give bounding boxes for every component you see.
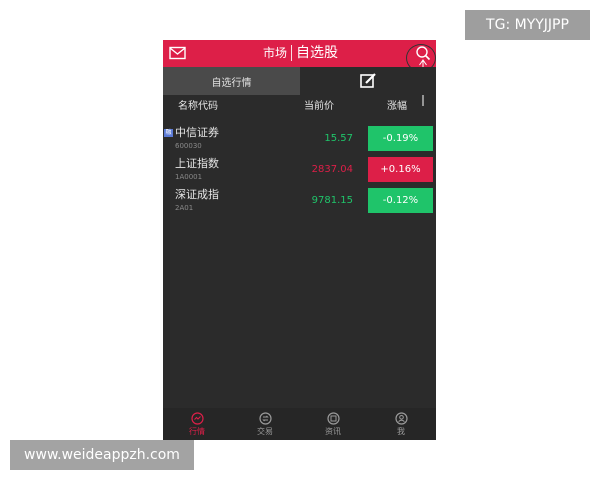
stock-name: 上证指数 — [175, 157, 219, 170]
stock-code: 2A01 — [175, 204, 194, 212]
chart-icon — [191, 412, 204, 425]
stock-name: 深证成指 — [175, 188, 219, 201]
header-divider — [291, 45, 292, 61]
nav-label: 资讯 — [325, 427, 341, 436]
nav-label: 交易 — [257, 427, 273, 436]
column-header-name[interactable]: 名称代码 — [178, 100, 218, 114]
stock-row[interactable]: 融中信证券 600030 15.57 -0.19% — [163, 126, 436, 156]
phone-screen: 市场 自选股 自选行情 名称代码 当前价 涨幅 融中信证券 600030 15.57… — [163, 40, 436, 440]
watchlist-tabbar: 自选行情 — [163, 67, 436, 95]
edit-icon — [360, 73, 376, 88]
nav-item-quotes[interactable]: 行情 — [163, 408, 231, 440]
stock-code: 1A0001 — [175, 173, 203, 181]
market-tab[interactable]: 市场 — [263, 44, 287, 62]
stock-price: 9781.15 — [311, 195, 353, 206]
mail-icon[interactable] — [169, 46, 186, 60]
nav-item-trade[interactable]: 交易 — [231, 408, 299, 440]
nav-label: 我 — [397, 427, 405, 436]
trade-icon — [259, 412, 272, 425]
change-badge[interactable]: +0.16% — [368, 157, 433, 182]
column-header-change[interactable]: 涨幅 — [387, 100, 407, 114]
watermark-bottom: www.weideappzh.com — [10, 440, 194, 470]
change-badge[interactable]: -0.19% — [368, 126, 433, 151]
bottom-nav: 行情 交易 资讯 我 — [163, 408, 436, 440]
page-title: 自选股 — [296, 45, 338, 61]
news-icon — [327, 412, 340, 425]
stock-code: 600030 — [175, 142, 202, 150]
stock-name: 中信证券 — [175, 126, 219, 139]
column-header-price[interactable]: 当前价 — [304, 100, 334, 114]
nav-item-news[interactable]: 资讯 — [299, 408, 367, 440]
tab-watchlist-quotes[interactable]: 自选行情 — [163, 67, 300, 95]
change-badge[interactable]: -0.12% — [368, 188, 433, 213]
stock-price: 2837.04 — [311, 164, 353, 175]
watermark-top: TG: MYYJJPP — [465, 10, 590, 40]
user-icon — [395, 412, 408, 425]
tab-edit[interactable] — [300, 67, 436, 95]
app-header: 市场 自选股 — [163, 40, 436, 67]
nav-label: 行情 — [189, 427, 205, 436]
stock-price: 15.57 — [324, 133, 353, 144]
margin-badge: 融 — [164, 129, 173, 137]
stock-row[interactable]: 上证指数 1A0001 2837.04 +0.16% — [163, 157, 436, 187]
nav-item-me[interactable]: 我 — [367, 408, 435, 440]
stock-row[interactable]: 深证成指 2A01 9781.15 -0.12% — [163, 188, 436, 218]
